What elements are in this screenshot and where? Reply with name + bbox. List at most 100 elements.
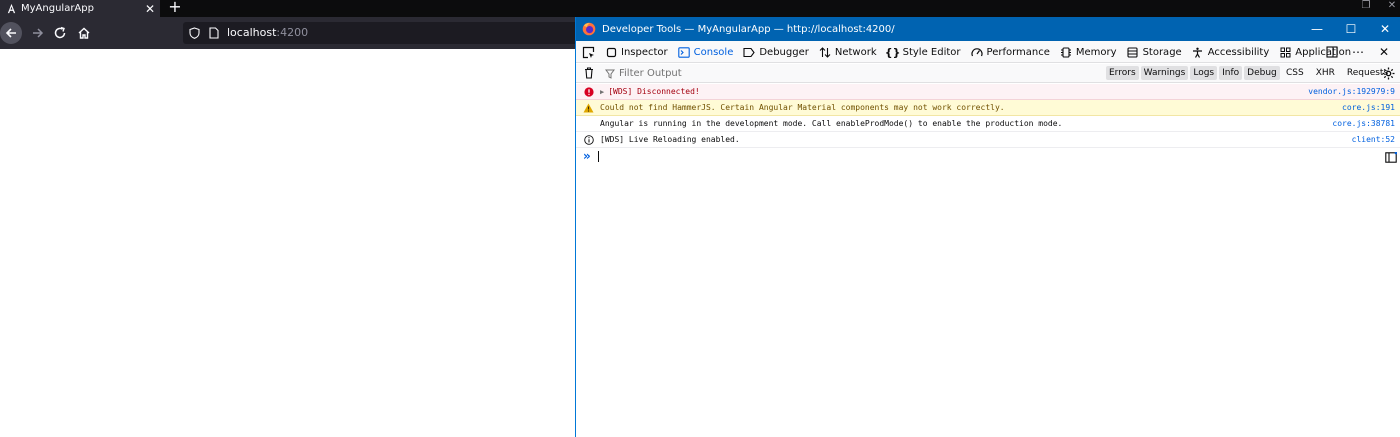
tab-network[interactable]: Network (814, 41, 882, 63)
message-text: Angular is running in the development mo… (600, 119, 1063, 128)
style-editor-icon: {} (884, 45, 901, 59)
application-icon (1279, 46, 1291, 58)
tab-debugger[interactable]: Debugger (738, 41, 814, 63)
tab-label: Performance (986, 46, 1050, 58)
devtools-titlebar: Developer Tools — MyAngularApp — http://… (576, 17, 1400, 41)
console-message-warning[interactable]: Could not find HammerJS. Certain Angular… (576, 100, 1400, 116)
tab-close-icon[interactable]: ✕ (143, 2, 157, 16)
devtools-tabs: Inspector Console Debugger Network {} St… (600, 41, 1356, 63)
element-picker-button[interactable] (580, 44, 596, 60)
forward-arrow-icon (33, 28, 44, 38)
tab-console[interactable]: Console (673, 41, 739, 63)
console-icon (677, 46, 690, 58)
error-icon (583, 86, 594, 97)
filter-icon (604, 68, 616, 80)
filter-output-input[interactable]: Filter Output (604, 66, 1104, 81)
filter-errors-button[interactable]: Errors (1106, 66, 1139, 80)
firefox-logo-icon (582, 22, 596, 36)
prompt-chevron-icon: » (583, 149, 591, 163)
reload-button[interactable] (48, 21, 72, 45)
warning-icon (583, 102, 594, 113)
tab-storage[interactable]: Storage (1122, 41, 1187, 63)
message-text: [WDS] Disconnected! (608, 87, 700, 96)
close-icon[interactable]: ✕ (1370, 17, 1400, 41)
reload-icon (54, 26, 66, 39)
console-input-caret[interactable] (598, 151, 599, 162)
tab-label: Memory (1075, 46, 1117, 58)
tab-inspector[interactable]: Inspector (600, 41, 673, 63)
log-level-filters: Errors Warnings Logs Info Debug (1106, 66, 1280, 80)
console-message-info[interactable]: [WDS] Live Reloading enabled. client:52 (576, 132, 1400, 148)
home-button[interactable] (72, 21, 96, 45)
devtools-title: Developer Tools — MyAngularApp — http://… (602, 23, 895, 35)
message-source-link[interactable]: core.js:191 (1342, 100, 1395, 115)
console-message-log[interactable]: Angular is running in the development mo… (576, 116, 1400, 132)
message-source-link[interactable]: core.js:38781 (1332, 116, 1395, 131)
devtools-toolbar-right: ⋯ ✕ (1324, 44, 1392, 60)
performance-icon (970, 46, 983, 58)
filter-debug-button[interactable]: Debug (1244, 66, 1280, 80)
home-icon (78, 27, 90, 39)
message-source-link[interactable]: vendor.js:192979:9 (1308, 84, 1395, 99)
storage-icon (1127, 46, 1139, 58)
info-icon (583, 134, 594, 145)
tab-title: MyAngularApp (21, 3, 94, 14)
console-filter-bar: Filter Output Errors Warnings Logs Info … (576, 64, 1400, 83)
back-button[interactable] (0, 22, 22, 44)
dock-toggle-icon[interactable] (1324, 44, 1340, 60)
memory-icon (1060, 46, 1072, 58)
filter-logs-button[interactable]: Logs (1190, 66, 1218, 80)
filter-warnings-button[interactable]: Warnings (1140, 66, 1189, 80)
browser-tab-bar: MyAngularApp ✕ + ❐ ✕ (0, 0, 1400, 17)
maximize-icon[interactable]: ☐ (1336, 17, 1366, 41)
filter-placeholder: Filter Output (619, 68, 682, 79)
clear-console-icon[interactable] (582, 66, 596, 80)
forward-button[interactable] (26, 21, 50, 45)
tab-label: Inspector (621, 46, 668, 58)
page-icon[interactable] (207, 26, 221, 40)
tab-label: Style Editor (902, 46, 961, 58)
browser-tab[interactable]: MyAngularApp ✕ (0, 0, 160, 17)
debugger-icon (743, 46, 756, 58)
message-text: [WDS] Live Reloading enabled. (600, 135, 740, 144)
console-input-row[interactable]: » (576, 148, 1400, 166)
url-port: :4200 (276, 26, 309, 39)
tab-label: Accessibility (1207, 46, 1270, 58)
inspector-icon (605, 46, 617, 58)
console-settings-gear-icon[interactable] (1380, 65, 1396, 81)
tab-memory[interactable]: Memory (1055, 41, 1122, 63)
tab-label: Storage (1142, 46, 1182, 58)
window-close-icon[interactable]: ✕ (1384, 0, 1400, 14)
tab-accessibility[interactable]: Accessibility (1187, 41, 1275, 63)
message-text: Could not find HammerJS. Certain Angular… (600, 103, 1005, 112)
request-kind-filters: CSS XHR Requests (1286, 66, 1388, 80)
tab-label: Debugger (759, 46, 809, 58)
network-icon (819, 46, 831, 58)
accessibility-icon (1192, 46, 1204, 58)
editor-mode-toggle-icon[interactable] (1384, 150, 1398, 164)
angular-favicon-icon (5, 3, 17, 15)
new-tab-button[interactable]: + (168, 0, 182, 15)
devtools-toolbar: Inspector Console Debugger Network {} St… (576, 41, 1400, 63)
more-options-icon[interactable]: ⋯ (1350, 44, 1366, 60)
console-message-error[interactable]: ▶ [WDS] Disconnected! vendor.js:192979:9 (576, 84, 1400, 100)
devtools-window: Developer Tools — MyAngularApp — http://… (575, 17, 1400, 437)
tab-performance[interactable]: Performance (966, 41, 1055, 63)
url-host: localhost (227, 26, 277, 39)
page-viewport (0, 49, 575, 437)
filter-xhr-button[interactable]: XHR (1316, 66, 1335, 80)
url-text[interactable]: localhost:4200 (227, 26, 308, 40)
message-source-link[interactable]: client:52 (1352, 132, 1395, 147)
window-restore-icon[interactable]: ❐ (1358, 0, 1374, 14)
filter-css-button[interactable]: CSS (1286, 66, 1304, 80)
minimize-icon[interactable]: — (1302, 17, 1332, 41)
devtools-close-icon[interactable]: ✕ (1376, 44, 1392, 60)
expand-twisty-icon[interactable]: ▶ (600, 85, 604, 100)
element-picker-icon (582, 46, 594, 58)
tab-label: Network (834, 46, 877, 58)
tab-style-editor[interactable]: {} Style Editor (882, 41, 966, 63)
back-arrow-icon (5, 28, 16, 38)
shield-icon[interactable] (187, 26, 201, 40)
url-bar[interactable]: localhost:4200 (183, 22, 603, 44)
filter-info-button[interactable]: Info (1219, 66, 1243, 80)
